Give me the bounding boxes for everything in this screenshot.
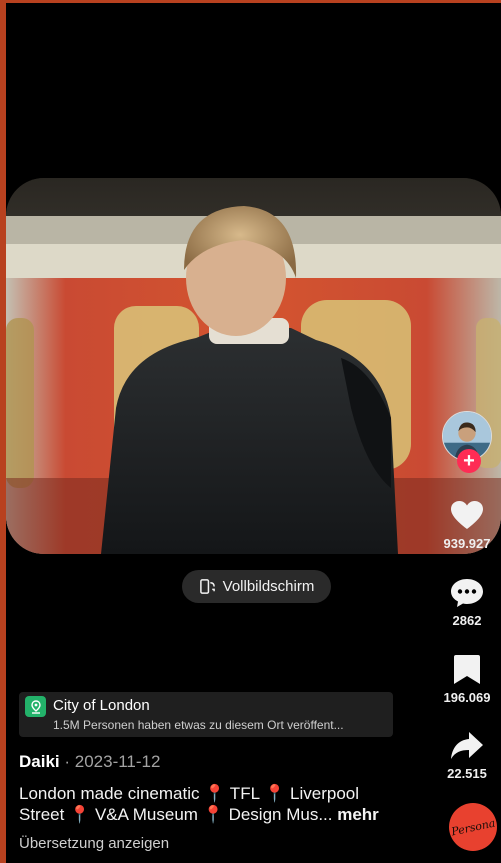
like-count: 939.927 [443,536,491,551]
save-count: 196.069 [443,690,491,705]
translate-link[interactable]: Übersetzung anzeigen [19,835,169,852]
like-button[interactable]: 939.927 [433,498,501,551]
music-disc-button[interactable]: Persona [449,803,497,851]
save-button[interactable]: 196.069 [433,652,501,705]
post-caption[interactable]: London made cinematic 📍 TFL 📍 Liverpool … [19,783,399,825]
fullscreen-button[interactable]: Vollbildschirm [182,570,331,603]
date-separator: · [59,752,75,771]
share-arrow-icon [451,732,483,759]
post-date: 2023-11-12 [74,752,161,771]
location-pin-icon [25,696,46,717]
video-player[interactable] [6,178,501,554]
comment-bubble-icon [451,579,483,607]
follow-plus-button[interactable]: + [457,449,481,473]
author-name[interactable]: Daiki [19,752,60,771]
fullscreen-rotate-icon [199,579,215,594]
music-disc-label: Persona [449,816,497,838]
fullscreen-label: Vollbildschirm [222,578,315,595]
location-subtitle: 1.5M Personen haben etwas zu diesem Ort … [53,718,344,732]
location-card[interactable]: City of London 1.5M Personen haben etwas… [19,692,393,737]
more-link[interactable]: mehr [333,805,379,824]
video-frame-image [6,178,501,554]
comment-count: 2862 [452,613,482,628]
author-line: Daiki · 2023-11-12 [19,752,160,772]
location-title: City of London [53,697,150,714]
share-button[interactable]: 22.515 [433,728,501,781]
comment-button[interactable]: 2862 [433,575,501,628]
caption-text: London made cinematic 📍 TFL 📍 Liverpool … [19,784,359,824]
heart-icon [451,501,483,529]
frame-top-edge [0,0,501,3]
bookmark-icon [454,655,480,684]
share-count: 22.515 [447,766,487,781]
